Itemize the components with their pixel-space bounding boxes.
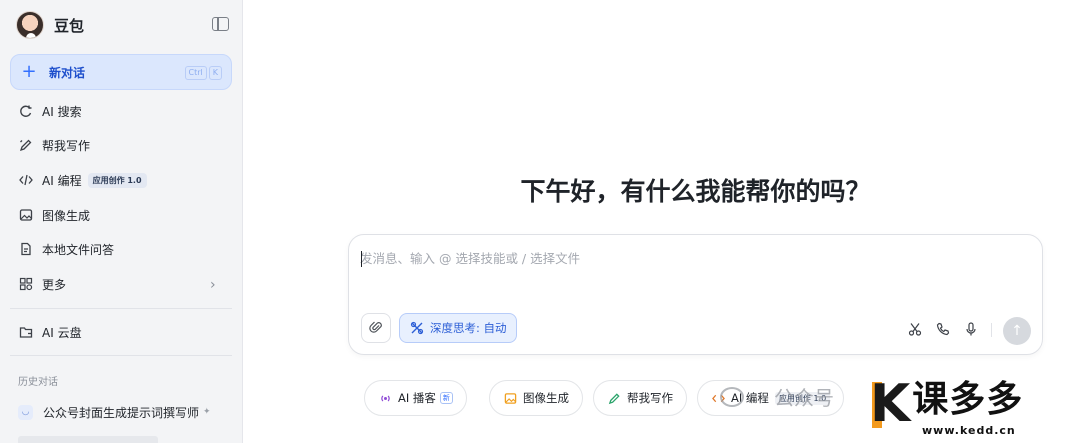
- paperclip-icon: [369, 319, 383, 338]
- divider: [10, 355, 232, 356]
- history-item-label: 公众号封面生成提示词撰写师: [43, 405, 200, 420]
- arrow-up-icon: ↑: [1011, 323, 1023, 339]
- podcast-icon: [378, 391, 392, 405]
- k-logo-mark: K: [870, 374, 910, 434]
- logo-url: www.kedd.cn: [922, 424, 1016, 437]
- shortcut-hint: Ctrl K: [184, 66, 222, 80]
- new-badge: 新: [439, 392, 453, 404]
- image-generate-icon: [18, 207, 34, 223]
- sidebar-item-image-generation[interactable]: 图像生成: [18, 205, 90, 225]
- shortcut-key: K: [208, 66, 222, 80]
- wechat-icon: [720, 386, 744, 407]
- deep-think-icon: [409, 320, 425, 336]
- pin-icon[interactable]: ✦: [203, 407, 211, 417]
- new-chat-button[interactable]: + 新对话 Ctrl K: [10, 54, 232, 90]
- send-button[interactable]: ↑: [1003, 317, 1031, 345]
- deep-thinking-label: 深度思考: 自动: [430, 321, 507, 335]
- sidebar-item-ai-coding[interactable]: AI 编程 应用创作 1.0: [18, 170, 147, 190]
- deep-thinking-toggle[interactable]: 深度思考: 自动: [399, 313, 517, 343]
- sidebar-item-label: 图像生成: [42, 208, 91, 223]
- quick-action-writing[interactable]: 帮我写作: [593, 380, 687, 416]
- sidebar-item-label: 帮我写作: [42, 138, 91, 153]
- feature-badge: 应用创作 1.0: [87, 172, 147, 188]
- quick-action-ai-podcast[interactable]: AI 播客 新: [364, 380, 467, 416]
- writing-pen-icon: [607, 391, 621, 405]
- sidebar-item-label: 本地文件问答: [42, 242, 115, 257]
- phone-call-icon[interactable]: [935, 321, 951, 337]
- sidebar-item-ai-cloud-drive[interactable]: AI 云盘: [18, 322, 82, 342]
- text-caret: [361, 251, 362, 267]
- message-input[interactable]: [360, 247, 1020, 269]
- ai-search-icon: [18, 103, 34, 119]
- attach-file-button[interactable]: [361, 313, 391, 343]
- chat-bubble-icon: ◡: [18, 404, 33, 420]
- history-section-title: 历史对话: [18, 377, 58, 388]
- wechat-watermark-text: 公众号: [774, 386, 834, 410]
- sidebar: 豆包 + 新对话 Ctrl K AI 搜索 帮我写作 AI 编程 应用创作 1.…: [0, 0, 243, 443]
- grid-more-icon: [18, 276, 34, 292]
- chevron-right-icon: ›: [210, 277, 216, 293]
- message-composer: 深度思考: 自动 ↑: [348, 234, 1043, 355]
- new-chat-label: 新对话: [49, 65, 86, 80]
- sidebar-item-label: AI 搜索: [42, 104, 82, 119]
- quick-action-label: 帮我写作: [627, 391, 673, 405]
- brand-logo-watermark: K 课多多 www.kedd.cn: [870, 378, 1080, 443]
- sidebar-item-more[interactable]: 更多: [18, 274, 66, 294]
- code-icon: [18, 172, 34, 188]
- sidebar-item-label: 更多: [42, 277, 67, 292]
- brand[interactable]: 豆包: [16, 10, 84, 40]
- divider: [10, 308, 232, 309]
- microphone-icon[interactable]: [963, 321, 979, 337]
- sidebar-item-label: AI 云盘: [42, 325, 82, 340]
- sidebar-item-writing[interactable]: 帮我写作: [18, 135, 90, 155]
- wechat-watermark: 公众号: [720, 382, 834, 411]
- scissors-icon[interactable]: [907, 321, 923, 337]
- divider: [991, 323, 992, 337]
- app-name: 豆包: [54, 16, 85, 35]
- image-generate-icon: [503, 391, 517, 405]
- shortcut-key: Ctrl: [184, 66, 207, 80]
- writing-pen-icon: [18, 137, 34, 153]
- quick-action-label: AI 播客: [398, 391, 436, 405]
- file-qa-icon: [18, 241, 34, 257]
- avatar: [16, 11, 44, 39]
- sidebar-toggle-icon[interactable]: [212, 17, 229, 31]
- quick-action-label: 图像生成: [523, 391, 569, 405]
- logo-text: 课多多: [912, 379, 1024, 420]
- cloud-drive-icon: [18, 324, 34, 340]
- history-item[interactable]: [18, 436, 158, 443]
- sidebar-item-ai-search[interactable]: AI 搜索: [18, 101, 82, 121]
- quick-action-image-generation[interactable]: 图像生成: [489, 380, 583, 416]
- plus-icon: +: [21, 61, 37, 82]
- sidebar-item-local-file-qa[interactable]: 本地文件问答: [18, 239, 114, 259]
- sidebar-item-label: AI 编程: [42, 173, 82, 188]
- greeting-title: 下午好，有什么我能帮你的吗？: [520, 177, 871, 206]
- history-item[interactable]: ◡ 公众号封面生成提示词撰写师 ✦: [18, 402, 211, 422]
